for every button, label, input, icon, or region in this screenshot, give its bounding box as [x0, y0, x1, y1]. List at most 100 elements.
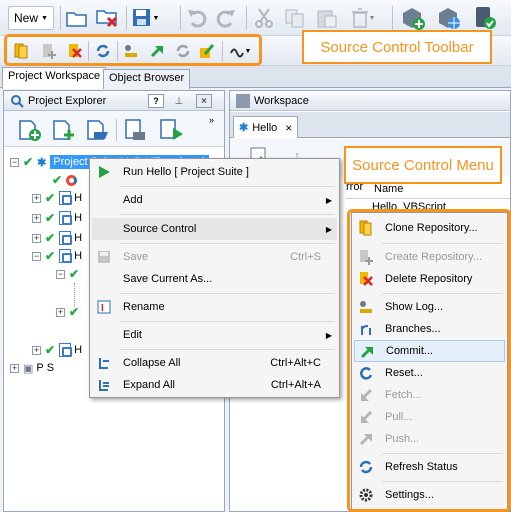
new-button[interactable]: New ▼	[8, 6, 54, 30]
source-control-label: Source Control	[123, 223, 197, 235]
cut-icon[interactable]	[252, 6, 276, 30]
submenu-arrow-icon: ▶	[325, 195, 332, 205]
open-item-icon[interactable]	[84, 117, 112, 143]
menu-item-expand-all[interactable]: Expand All Ctrl+Alt+A	[92, 374, 337, 396]
new-button-label: New	[14, 11, 39, 25]
tree-item[interactable]: + ✔	[56, 303, 79, 321]
tree-item-label: H	[74, 344, 83, 356]
menu-item-collapse-all[interactable]: Collapse All Ctrl+Alt+C	[92, 352, 337, 374]
save-shortcut: Ctrl+S	[290, 251, 321, 263]
tree-item[interactable]: + ✔ H	[32, 209, 82, 227]
close-panel-icon[interactable]: ×	[196, 94, 212, 108]
tree-item-label: H	[74, 250, 83, 262]
toolbar-highlight-box	[4, 34, 262, 66]
project-icon	[59, 343, 73, 357]
run-project-icon[interactable]	[156, 117, 188, 143]
menu-item-add[interactable]: Add ▶	[92, 189, 337, 211]
checkpoint-icon[interactable]	[470, 4, 500, 32]
pin-icon[interactable]: ⊥	[172, 94, 186, 108]
more-icon[interactable]: »	[209, 115, 214, 125]
tab-project-workspace[interactable]: Project Workspace	[2, 67, 107, 89]
close-tab-icon[interactable]: ×	[285, 121, 292, 135]
toolbar-callout-text: Source Control Toolbar	[320, 38, 474, 56]
tree-item[interactable]: − ✔ H	[32, 247, 82, 265]
undo-icon[interactable]	[185, 6, 209, 30]
tree-item[interactable]: − ✔	[56, 265, 79, 283]
toolbar-callout: Source Control Toolbar	[302, 30, 492, 64]
tree-item-label: H	[74, 212, 83, 224]
tab-hello[interactable]: ✱ Hello ×	[233, 116, 299, 138]
help-icon[interactable]: ?	[148, 94, 164, 108]
menu-item-run[interactable]: Run Hello [ Project Suite ]	[92, 161, 337, 183]
collapse-all-label: Collapse All	[123, 357, 181, 369]
menu-item-save-as[interactable]: Save Current As...	[92, 268, 337, 290]
project-icon	[59, 211, 73, 225]
tree-item[interactable]: + ✔ H	[32, 189, 82, 207]
checkmark-icon: ✔	[52, 173, 63, 187]
collapse-icon[interactable]: −	[10, 157, 19, 167]
tree-item[interactable]: ✔	[52, 171, 78, 189]
expand-all-label: Expand All	[123, 379, 175, 391]
tree-item[interactable]: + ✔ H	[32, 229, 82, 247]
explorer-toolbar: »	[4, 111, 224, 147]
column-name: Name	[374, 183, 404, 195]
open-folder-icon[interactable]	[64, 6, 90, 30]
menu-item-source-control[interactable]: Source Control ▶	[92, 218, 337, 240]
tab-object-browser-label: Object Browser	[109, 72, 185, 84]
add-label: Add	[123, 194, 143, 206]
tree-item[interactable]: + ▣ P S	[10, 359, 54, 377]
submenu-arrow-icon: ▶	[325, 330, 332, 340]
menu-item-edit[interactable]: Edit ▶	[92, 324, 337, 346]
tab-hello-label: Hello	[252, 121, 278, 134]
project-suite-icon: ✱	[37, 156, 47, 169]
paste-icon[interactable]	[314, 6, 340, 30]
menu-item-rename[interactable]: I Rename	[92, 296, 337, 318]
workspace-icon	[236, 94, 250, 108]
expand-all-shortcut: Ctrl+Alt+A	[270, 379, 321, 391]
new-item-icon[interactable]	[50, 117, 78, 143]
redo-icon[interactable]	[214, 6, 238, 30]
workspace-title: Workspace	[254, 95, 309, 107]
delete-icon[interactable]: ▼	[350, 6, 376, 30]
add-project-icon[interactable]	[16, 117, 44, 143]
collapse-all-icon	[96, 355, 112, 371]
menu-item-save[interactable]: Save Ctrl+S	[92, 246, 337, 268]
tree-item-label: H	[74, 232, 83, 244]
save-icon[interactable]: ▼	[130, 6, 160, 30]
properties-icon[interactable]	[122, 117, 150, 143]
save-as-label: Save Current As...	[123, 273, 213, 285]
submenu-arrow-icon: ▶	[325, 224, 332, 234]
tab-object-browser[interactable]: Object Browser	[103, 69, 191, 89]
svg-text:I: I	[101, 303, 104, 314]
project-explorer-title: Project Explorer	[28, 95, 107, 107]
dropdown-arrow-icon: ▼	[41, 14, 48, 22]
save-label: Save	[123, 251, 149, 263]
copy-icon[interactable]	[282, 6, 308, 30]
project-explorer-titlebar: Project Explorer ? ⊥ ×	[4, 91, 224, 111]
project-icon	[59, 249, 73, 263]
project-icon	[59, 231, 73, 245]
expand-all-icon	[96, 377, 112, 393]
close-project-icon[interactable]	[94, 6, 122, 30]
tree-item[interactable]: + ✔ H	[32, 341, 82, 359]
tree-item-label: H	[74, 192, 83, 204]
project-suite-icon: ✱	[239, 122, 249, 134]
workspace-titlebar: Workspace	[230, 91, 510, 111]
item-icon	[66, 174, 78, 186]
panel-tab-bar: Project Workspace Object Browser	[0, 66, 511, 89]
checkmark-icon: ✔	[23, 155, 34, 169]
rename-icon: I	[96, 299, 112, 315]
workspace-tab-bar: ✱ Hello ×	[230, 112, 510, 138]
tab-project-workspace-label: Project Workspace	[8, 70, 101, 82]
save-icon	[96, 249, 112, 265]
item-icon: ▣	[23, 362, 34, 375]
project-icon	[59, 191, 73, 205]
edit-label: Edit	[123, 329, 142, 341]
add-item-icon[interactable]	[398, 4, 428, 32]
context-menu: Run Hello [ Project Suite ] Add ▶ Source…	[89, 158, 340, 398]
rename-label: Rename	[123, 301, 165, 313]
explorer-icon	[10, 94, 24, 108]
menu-highlight-box	[347, 209, 511, 512]
web-item-icon[interactable]	[434, 4, 464, 32]
menu-callout: Source Control Menu	[344, 146, 502, 184]
